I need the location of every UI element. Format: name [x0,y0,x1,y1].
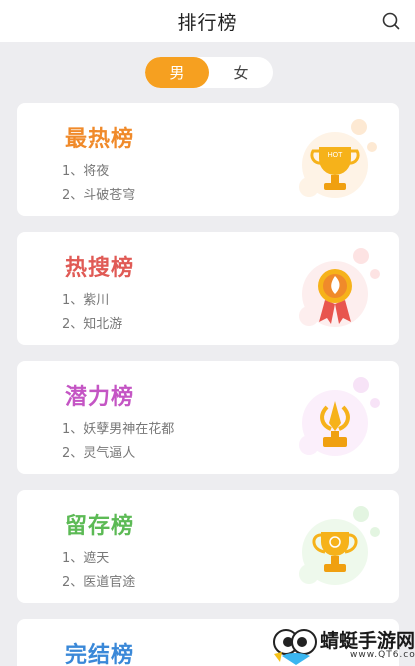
ranking-item[interactable]: 2、知北游 [62,313,122,332]
tab-female[interactable]: 女 [209,57,273,88]
ranking-card-hottest[interactable]: 最热榜 1、将夜 2、斗破苍穹 HOT [17,103,399,216]
medal-flame-icon [299,248,380,327]
tab-male[interactable]: 男 [145,57,209,88]
trophy-cup-icon [299,506,380,585]
card-title: 完结榜 [65,643,135,666]
dragonfly-logo-icon [273,629,317,665]
card-title: 最热榜 [65,127,135,152]
ranking-card-potential[interactable]: 潜力榜 1、妖孽男神在花都 2、灵气逼人 [17,361,399,474]
ranking-item[interactable]: 2、灵气逼人 [62,442,135,461]
trophy-wings-icon [299,377,380,456]
card-title: 热搜榜 [65,256,135,281]
watermark-text: 蜻蜓手游网 [320,630,415,652]
ranking-card-retention[interactable]: 留存榜 1、遮天 2、医道官途 [17,490,399,603]
ranking-item[interactable]: 1、遮天 [62,547,109,566]
top-bar: 排行榜 [0,0,415,42]
search-icon[interactable] [381,11,401,31]
ranking-item[interactable]: 1、妖孽男神在花都 [62,418,174,437]
ranking-card-hot-search[interactable]: 热搜榜 1、紫川 2、知北游 [17,232,399,345]
ranking-item[interactable]: 2、医道官途 [62,571,135,590]
page-title: 排行榜 [177,11,238,34]
card-title: 潜力榜 [65,385,135,410]
ranking-item[interactable]: 1、将夜 [62,160,109,179]
ranking-item[interactable]: 2、斗破苍穹 [62,184,135,203]
svg-text:HOT: HOT [328,152,344,159]
watermark: 蜻蜓手游网 www.QT6.com [270,624,415,666]
watermark-url: www.QT6.com [350,650,415,660]
card-title: 留存榜 [65,514,135,539]
gender-toggle: 男 女 [145,57,273,88]
trophy-hot-icon: HOT [299,119,377,198]
ranking-item[interactable]: 1、紫川 [62,289,109,308]
